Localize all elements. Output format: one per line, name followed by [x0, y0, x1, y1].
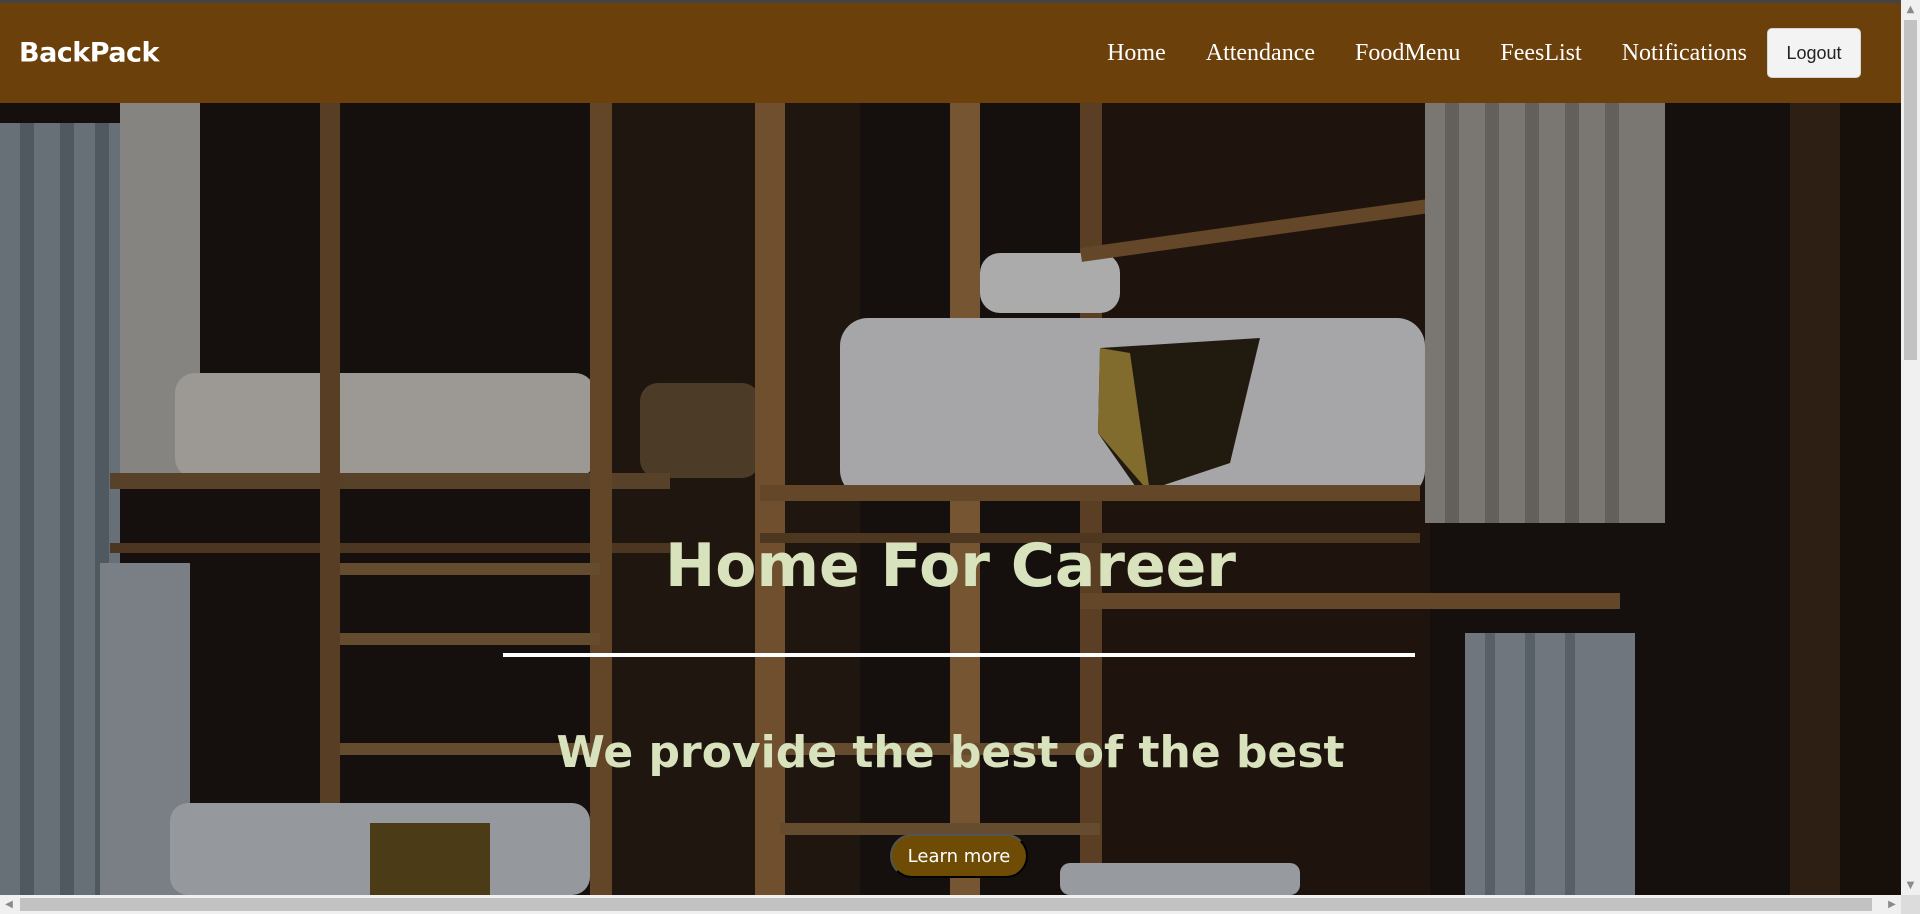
navbar: BackPack Home Attendance FoodMenu FeesLi… [0, 3, 1901, 103]
scroll-up-arrow-icon[interactable]: ▲ [1901, 1, 1920, 19]
logout-button[interactable]: Logout [1767, 28, 1861, 78]
hero-divider [503, 653, 1415, 657]
hero-title: Home For Career [665, 531, 1236, 601]
brand-logo[interactable]: BackPack [19, 38, 160, 69]
learn-more-button[interactable]: Learn more [890, 834, 1028, 878]
vertical-scrollbar-thumb[interactable] [1904, 20, 1917, 360]
nav-link-notifications[interactable]: Notifications [1622, 40, 1747, 67]
horizontal-scrollbar[interactable]: ◀ ▶ [0, 895, 1901, 914]
scroll-right-arrow-icon[interactable]: ▶ [1883, 895, 1901, 914]
vertical-scrollbar[interactable]: ▲ ▼ [1901, 0, 1920, 895]
nav-links: Home Attendance FoodMenu FeesList Notifi… [1107, 3, 1861, 103]
scrollbar-corner [1901, 895, 1920, 914]
nav-link-home[interactable]: Home [1107, 40, 1166, 67]
nav-link-foodmenu[interactable]: FoodMenu [1355, 40, 1460, 67]
horizontal-scrollbar-thumb[interactable] [20, 898, 1872, 911]
nav-link-attendance[interactable]: Attendance [1206, 40, 1315, 67]
hero-subtitle: We provide the best of the best [556, 727, 1345, 778]
scroll-left-arrow-icon[interactable]: ◀ [0, 895, 18, 914]
scroll-down-arrow-icon[interactable]: ▼ [1901, 877, 1920, 895]
hero-section: Home For Career We provide the best of t… [0, 103, 1901, 895]
nav-link-feeslist[interactable]: FeesList [1500, 40, 1581, 67]
